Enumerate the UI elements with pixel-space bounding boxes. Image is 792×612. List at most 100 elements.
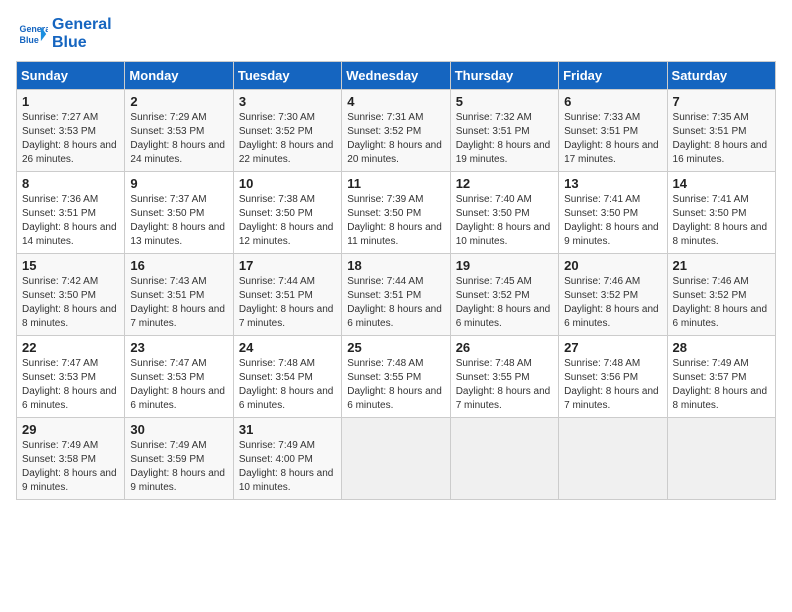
sunset-label: Sunset: 3:50 PM	[456, 208, 530, 219]
sunrise-label: Sunrise: 7:40 AM	[456, 194, 532, 205]
calendar-cell	[559, 418, 667, 500]
sunrise-label: Sunrise: 7:31 AM	[347, 112, 423, 123]
calendar-cell: 2 Sunrise: 7:29 AM Sunset: 3:53 PM Dayli…	[125, 90, 233, 172]
sunset-label: Sunset: 3:50 PM	[347, 208, 421, 219]
sunrise-label: Sunrise: 7:49 AM	[673, 358, 749, 369]
sunset-label: Sunset: 3:51 PM	[22, 208, 96, 219]
day-of-week-sunday: Sunday	[17, 62, 125, 90]
sunset-label: Sunset: 3:50 PM	[673, 208, 747, 219]
sunset-label: Sunset: 3:51 PM	[673, 126, 747, 137]
day-info: Sunrise: 7:32 AM Sunset: 3:51 PM Dayligh…	[456, 111, 553, 167]
sunset-label: Sunset: 3:54 PM	[239, 372, 313, 383]
sunset-label: Sunset: 3:53 PM	[22, 126, 96, 137]
day-info: Sunrise: 7:42 AM Sunset: 3:50 PM Dayligh…	[22, 275, 119, 331]
sunrise-label: Sunrise: 7:39 AM	[347, 194, 423, 205]
day-number: 16	[130, 258, 227, 273]
sunset-label: Sunset: 3:50 PM	[22, 290, 96, 301]
sunset-label: Sunset: 3:52 PM	[239, 126, 313, 137]
day-info: Sunrise: 7:46 AM Sunset: 3:52 PM Dayligh…	[564, 275, 661, 331]
day-info: Sunrise: 7:48 AM Sunset: 3:55 PM Dayligh…	[456, 357, 553, 413]
sunset-label: Sunset: 3:59 PM	[130, 454, 204, 465]
day-info: Sunrise: 7:45 AM Sunset: 3:52 PM Dayligh…	[456, 275, 553, 331]
calendar-cell: 11 Sunrise: 7:39 AM Sunset: 3:50 PM Dayl…	[342, 172, 450, 254]
calendar-cell: 29 Sunrise: 7:49 AM Sunset: 3:58 PM Dayl…	[17, 418, 125, 500]
day-info: Sunrise: 7:49 AM Sunset: 3:57 PM Dayligh…	[673, 357, 770, 413]
sunset-label: Sunset: 3:57 PM	[673, 372, 747, 383]
sunrise-label: Sunrise: 7:48 AM	[239, 358, 315, 369]
day-number: 3	[239, 94, 336, 109]
day-info: Sunrise: 7:43 AM Sunset: 3:51 PM Dayligh…	[130, 275, 227, 331]
daylight-label: Daylight: 8 hours and 6 minutes.	[130, 386, 225, 411]
sunset-label: Sunset: 3:50 PM	[130, 208, 204, 219]
calendar-cell: 23 Sunrise: 7:47 AM Sunset: 3:53 PM Dayl…	[125, 336, 233, 418]
calendar-cell: 4 Sunrise: 7:31 AM Sunset: 3:52 PM Dayli…	[342, 90, 450, 172]
daylight-label: Daylight: 8 hours and 6 minutes.	[456, 304, 551, 329]
sunrise-label: Sunrise: 7:44 AM	[347, 276, 423, 287]
sunrise-label: Sunrise: 7:41 AM	[564, 194, 640, 205]
calendar-cell: 15 Sunrise: 7:42 AM Sunset: 3:50 PM Dayl…	[17, 254, 125, 336]
calendar-cell: 10 Sunrise: 7:38 AM Sunset: 3:50 PM Dayl…	[233, 172, 341, 254]
day-number: 9	[130, 176, 227, 191]
sunset-label: Sunset: 3:50 PM	[564, 208, 638, 219]
sunset-label: Sunset: 3:52 PM	[456, 290, 530, 301]
sunrise-label: Sunrise: 7:43 AM	[130, 276, 206, 287]
calendar-cell: 14 Sunrise: 7:41 AM Sunset: 3:50 PM Dayl…	[667, 172, 775, 254]
day-number: 7	[673, 94, 770, 109]
day-info: Sunrise: 7:46 AM Sunset: 3:52 PM Dayligh…	[673, 275, 770, 331]
daylight-label: Daylight: 8 hours and 7 minutes.	[456, 386, 551, 411]
day-info: Sunrise: 7:27 AM Sunset: 3:53 PM Dayligh…	[22, 111, 119, 167]
day-number: 21	[673, 258, 770, 273]
day-number: 22	[22, 340, 119, 355]
sunrise-label: Sunrise: 7:38 AM	[239, 194, 315, 205]
calendar-table: SundayMondayTuesdayWednesdayThursdayFrid…	[16, 61, 776, 500]
day-info: Sunrise: 7:37 AM Sunset: 3:50 PM Dayligh…	[130, 193, 227, 249]
day-info: Sunrise: 7:47 AM Sunset: 3:53 PM Dayligh…	[22, 357, 119, 413]
day-number: 25	[347, 340, 444, 355]
calendar-cell: 18 Sunrise: 7:44 AM Sunset: 3:51 PM Dayl…	[342, 254, 450, 336]
calendar-cell: 19 Sunrise: 7:45 AM Sunset: 3:52 PM Dayl…	[450, 254, 558, 336]
sunset-label: Sunset: 4:00 PM	[239, 454, 313, 465]
day-number: 13	[564, 176, 661, 191]
sunset-label: Sunset: 3:50 PM	[239, 208, 313, 219]
sunrise-label: Sunrise: 7:46 AM	[564, 276, 640, 287]
day-number: 24	[239, 340, 336, 355]
sunset-label: Sunset: 3:53 PM	[22, 372, 96, 383]
day-number: 27	[564, 340, 661, 355]
day-number: 1	[22, 94, 119, 109]
sunrise-label: Sunrise: 7:36 AM	[22, 194, 98, 205]
calendar-cell: 1 Sunrise: 7:27 AM Sunset: 3:53 PM Dayli…	[17, 90, 125, 172]
sunrise-label: Sunrise: 7:29 AM	[130, 112, 206, 123]
calendar-cell: 31 Sunrise: 7:49 AM Sunset: 4:00 PM Dayl…	[233, 418, 341, 500]
calendar-cell	[450, 418, 558, 500]
sunset-label: Sunset: 3:55 PM	[347, 372, 421, 383]
daylight-label: Daylight: 8 hours and 10 minutes.	[239, 468, 334, 493]
sunrise-label: Sunrise: 7:48 AM	[456, 358, 532, 369]
sunrise-label: Sunrise: 7:41 AM	[673, 194, 749, 205]
sunrise-label: Sunrise: 7:35 AM	[673, 112, 749, 123]
daylight-label: Daylight: 8 hours and 6 minutes.	[564, 304, 659, 329]
day-number: 18	[347, 258, 444, 273]
daylight-label: Daylight: 8 hours and 14 minutes.	[22, 222, 117, 247]
sunset-label: Sunset: 3:53 PM	[130, 126, 204, 137]
sunrise-label: Sunrise: 7:30 AM	[239, 112, 315, 123]
calendar-cell: 8 Sunrise: 7:36 AM Sunset: 3:51 PM Dayli…	[17, 172, 125, 254]
sunrise-label: Sunrise: 7:47 AM	[130, 358, 206, 369]
calendar-cell: 7 Sunrise: 7:35 AM Sunset: 3:51 PM Dayli…	[667, 90, 775, 172]
day-number: 29	[22, 422, 119, 437]
calendar-cell: 12 Sunrise: 7:40 AM Sunset: 3:50 PM Dayl…	[450, 172, 558, 254]
sunrise-label: Sunrise: 7:49 AM	[22, 440, 98, 451]
day-info: Sunrise: 7:48 AM Sunset: 3:55 PM Dayligh…	[347, 357, 444, 413]
calendar-cell: 24 Sunrise: 7:48 AM Sunset: 3:54 PM Dayl…	[233, 336, 341, 418]
day-of-week-monday: Monday	[125, 62, 233, 90]
sunset-label: Sunset: 3:52 PM	[673, 290, 747, 301]
daylight-label: Daylight: 8 hours and 9 minutes.	[564, 222, 659, 247]
daylight-label: Daylight: 8 hours and 8 minutes.	[673, 386, 768, 411]
calendar-cell: 27 Sunrise: 7:48 AM Sunset: 3:56 PM Dayl…	[559, 336, 667, 418]
daylight-label: Daylight: 8 hours and 10 minutes.	[456, 222, 551, 247]
day-number: 11	[347, 176, 444, 191]
sunrise-label: Sunrise: 7:27 AM	[22, 112, 98, 123]
calendar-cell: 26 Sunrise: 7:48 AM Sunset: 3:55 PM Dayl…	[450, 336, 558, 418]
daylight-label: Daylight: 8 hours and 6 minutes.	[347, 386, 442, 411]
calendar-cell: 22 Sunrise: 7:47 AM Sunset: 3:53 PM Dayl…	[17, 336, 125, 418]
daylight-label: Daylight: 8 hours and 11 minutes.	[347, 222, 442, 247]
